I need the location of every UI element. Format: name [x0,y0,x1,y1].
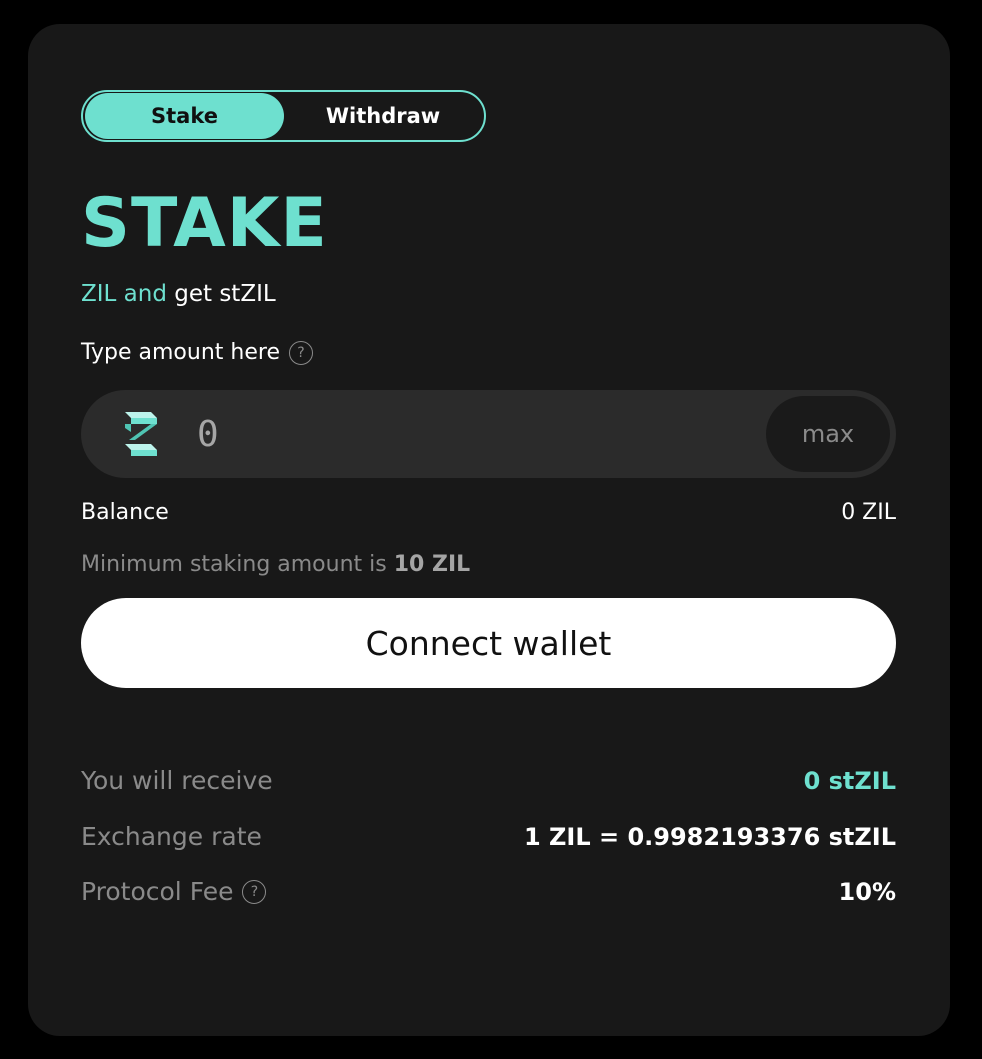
min-note-text: Minimum staking amount is [81,552,387,577]
balance-value: 0 ZIL [841,500,896,525]
page-title: STAKE [81,184,328,263]
subtitle-text: get stZIL [174,281,276,307]
page-subtitle: ZIL and get stZIL [81,281,276,309]
amount-label: Type amount here ? [81,340,313,365]
protocol-fee-label-group: Protocol Fee ? [81,877,267,906]
amount-input-container: max [81,390,896,478]
exchange-rate-label: Exchange rate [81,822,262,851]
exchange-rate-row: Exchange rate 1 ZIL = 0.9982193376 stZIL [81,822,896,851]
amount-input[interactable] [197,404,737,464]
balance-row: Balance 0 ZIL [81,500,896,525]
exchange-rate-value: 1 ZIL = 0.9982193376 stZIL [523,822,896,851]
stake-withdraw-tabs: Stake Withdraw [81,90,486,142]
receive-value: 0 stZIL [803,766,896,795]
protocol-fee-value: 10% [838,877,896,906]
subtitle-accent: ZIL and [81,281,167,307]
tab-stake[interactable]: Stake [85,93,284,139]
receive-row: You will receive 0 stZIL [81,766,896,795]
zilliqa-logo-icon [125,412,157,456]
question-circle-icon[interactable]: ? [288,340,313,365]
max-button[interactable]: max [766,396,890,472]
balance-label: Balance [81,500,169,525]
receive-label: You will receive [81,766,273,795]
protocol-fee-label: Protocol Fee [81,877,234,906]
question-circle-icon[interactable]: ? [242,879,267,904]
connect-wallet-button[interactable]: Connect wallet [81,598,896,688]
staking-card: Stake Withdraw STAKE ZIL and get stZIL T… [28,24,950,1036]
amount-label-text: Type amount here [81,340,280,365]
minimum-staking-note: Minimum staking amount is 10 ZIL [81,552,470,577]
min-note-amount: 10 ZIL [393,552,471,577]
protocol-fee-row: Protocol Fee ? 10% [81,877,896,906]
tab-withdraw[interactable]: Withdraw [284,93,482,139]
